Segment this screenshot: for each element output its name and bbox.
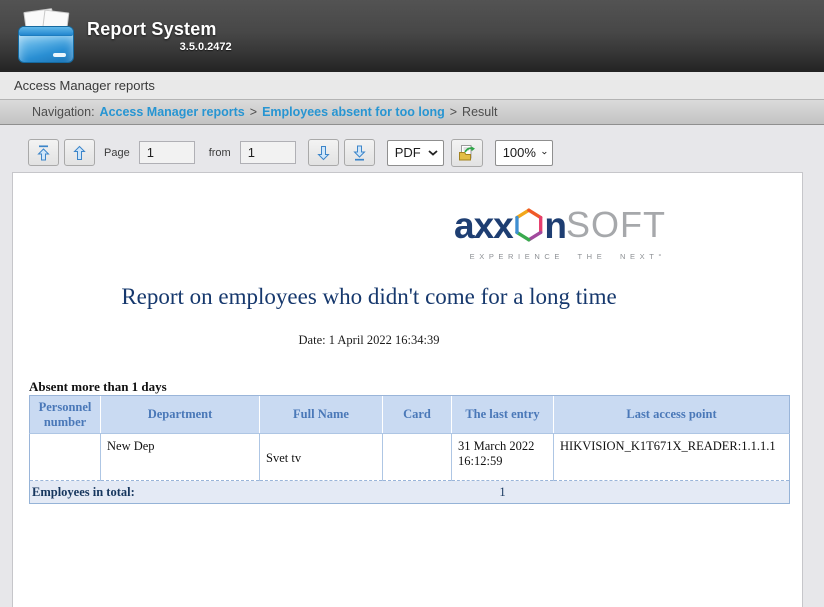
total-pages-input[interactable]: [240, 141, 296, 164]
column-header-last-access-point: Last access point: [554, 396, 790, 434]
report-table: Personnel number Department Full Name Ca…: [29, 395, 790, 504]
breadcrumb-label: Navigation:: [32, 105, 95, 119]
logo-text-n: n: [544, 207, 566, 244]
last-page-icon: [353, 145, 366, 161]
table-row: New Dep Svet tv 31 March 2022 16:12:59 H…: [30, 434, 790, 481]
content-area: Page from PDF: [0, 125, 824, 601]
chevron-down-icon: [428, 150, 438, 156]
breadcrumb-link-access-manager-reports[interactable]: Access Manager reports: [100, 105, 245, 119]
column-header-personnel-number: Personnel number: [30, 396, 101, 434]
total-empty-cell: [554, 481, 790, 504]
cell-last-entry: 31 March 2022 16:12:59: [452, 434, 554, 481]
first-page-button[interactable]: [28, 139, 59, 166]
cell-last-access-point: HIKVISION_K1T671X_READER:1.1.1.1: [554, 434, 790, 481]
folder-dash: [53, 53, 66, 57]
from-label: from: [209, 147, 231, 159]
page-label: Page: [104, 147, 130, 159]
total-value: 1: [452, 481, 554, 504]
next-page-icon: [317, 145, 330, 161]
folder-body: [18, 26, 74, 63]
breadcrumb-current: Result: [462, 105, 497, 119]
app-header: Report System 3.5.0.2472: [0, 0, 824, 72]
report-title: Report on employees who didn't come for …: [13, 284, 725, 310]
chevron-down-icon: [542, 150, 547, 156]
folder-lip: [19, 27, 73, 36]
column-header-department: Department: [101, 396, 260, 434]
breadcrumb-separator: >: [250, 105, 257, 119]
column-header-last-entry: The last entry: [452, 396, 554, 434]
column-header-card: Card: [383, 396, 452, 434]
app-title-block: Report System 3.5.0.2472: [87, 19, 217, 53]
next-page-button[interactable]: [308, 139, 339, 166]
logo-tagline: EXPERIENCE THE NEXT°: [454, 252, 666, 261]
app-title: Report System: [87, 19, 217, 40]
logo-text-axx: axx: [454, 207, 513, 244]
breadcrumb-link-employees-absent[interactable]: Employees absent for too long: [262, 105, 445, 119]
last-page-button[interactable]: [344, 139, 375, 166]
previous-page-icon: [73, 145, 86, 161]
cell-personnel-number: [30, 434, 101, 481]
column-header-full-name: Full Name: [260, 396, 383, 434]
export-icon: [458, 144, 476, 162]
logo-text-soft: SOFT: [566, 207, 666, 243]
table-caption: Absent more than 1 days: [29, 379, 167, 395]
hexagon-icon: [514, 204, 544, 246]
report-toolbar: Page from PDF: [0, 125, 824, 167]
section-title: Access Manager reports: [14, 78, 155, 93]
zoom-value: 100%: [503, 145, 536, 160]
table-total-row: Employees in total: 1: [30, 481, 790, 504]
total-label: Employees in total:: [30, 481, 452, 504]
export-format-value: PDF: [395, 145, 421, 160]
cell-full-name-text: Svet tv: [266, 439, 376, 466]
folder-icon: [18, 9, 76, 63]
first-page-icon: [37, 145, 50, 161]
page-number-input[interactable]: [139, 141, 195, 164]
axxonsoft-logo-row: axx n SOFT: [454, 204, 666, 246]
app-version: 3.5.0.2472: [180, 41, 232, 53]
export-format-select[interactable]: PDF: [387, 140, 444, 166]
cell-full-name: Svet tv: [260, 434, 383, 481]
axxonsoft-logo: axx n SOFT EXPERIENCE THE NEXT°: [454, 204, 666, 261]
breadcrumb: Navigation: Access Manager reports > Emp…: [0, 99, 824, 125]
report-date: Date: 1 April 2022 16:34:39: [13, 333, 725, 348]
cell-department: New Dep: [101, 434, 260, 481]
previous-page-button[interactable]: [64, 139, 95, 166]
table-header-row: Personnel number Department Full Name Ca…: [30, 396, 790, 434]
breadcrumb-separator: >: [450, 105, 457, 119]
export-button[interactable]: [451, 139, 483, 167]
cell-card: [383, 434, 452, 481]
zoom-select[interactable]: 100%: [495, 140, 553, 166]
report-page: axx n SOFT EXPERIENCE THE NEXT° Report o…: [12, 172, 803, 607]
section-header: Access Manager reports: [0, 72, 824, 99]
